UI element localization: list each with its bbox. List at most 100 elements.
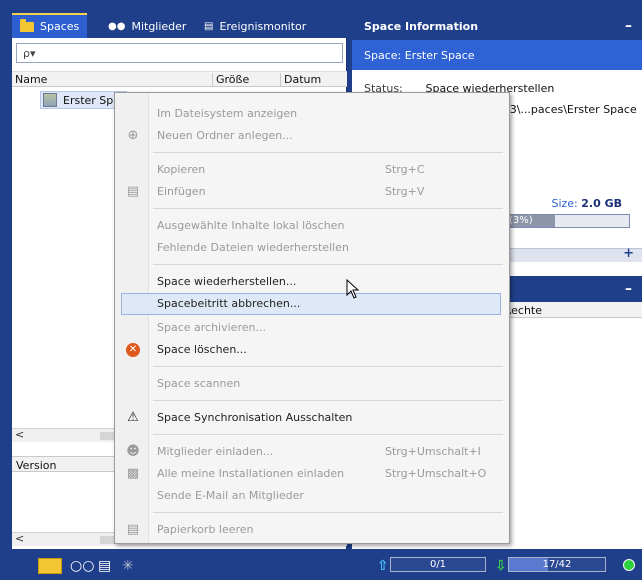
warning-icon: ⚠ xyxy=(127,410,139,425)
column-version[interactable]: Version xyxy=(16,459,56,472)
menu-item-label: Space löschen... xyxy=(157,343,247,356)
menu-item-shortcut: Strg+Umschalt+I xyxy=(385,445,481,458)
download-arrow-icon: ⇩ xyxy=(495,558,507,574)
menu-item-paste[interactable]: ▤ Einfügen Strg+V xyxy=(115,181,509,203)
upload-progress: 0/1 xyxy=(390,557,486,572)
menu-separator xyxy=(153,400,503,401)
menu-separator xyxy=(153,366,503,367)
upload-text: 0/1 xyxy=(429,559,447,570)
scroll-left-icon[interactable]: < xyxy=(15,428,24,441)
menu-item-label: Einfügen xyxy=(157,185,206,198)
space-icon xyxy=(43,93,57,107)
upload-arrow-icon: ⇧ xyxy=(377,558,389,574)
minimize-icon[interactable]: – xyxy=(625,281,632,297)
space-path: s3\...paces\Erster Space xyxy=(504,103,637,116)
menu-separator xyxy=(153,264,503,265)
menu-item-label: Space scannen xyxy=(157,377,241,390)
monitor-icon: ▤ xyxy=(204,21,214,32)
trash-icon: ▤ xyxy=(126,522,140,537)
menu-item-scan-space[interactable]: Space scannen xyxy=(115,373,509,395)
members-header: – xyxy=(500,276,642,302)
tab-event-monitor-label: Ereignismonitor xyxy=(219,20,307,33)
space-size: Size: 2.0 GB xyxy=(551,197,622,210)
new-folder-icon: ⊕ xyxy=(127,128,139,143)
download-progress: 17/42 xyxy=(508,557,606,572)
menu-item-label: Space archivieren... xyxy=(157,321,266,334)
menu-item-label: Alle meine Installationen einladen xyxy=(157,467,345,480)
folder-icon[interactable] xyxy=(38,558,62,574)
menu-item-label: Im Dateisystem anzeigen xyxy=(157,107,298,120)
minimize-icon[interactable]: – xyxy=(625,18,632,34)
search-input[interactable]: ρ▾ xyxy=(16,43,343,63)
menu-separator xyxy=(153,512,503,513)
menu-item-shortcut: Strg+C xyxy=(385,163,425,176)
installations-icon: ▩ xyxy=(126,466,140,481)
menu-item-disable-sync[interactable]: ⚠ Space Synchronisation Ausschalten xyxy=(115,407,509,429)
column-date[interactable]: Datum xyxy=(280,73,347,87)
menu-item-label: Mitglieder einladen... xyxy=(157,445,274,458)
space-row-label: Erster Spa xyxy=(63,93,121,107)
usage-text: (3%) xyxy=(509,215,533,226)
space-name: Space: Erster Space xyxy=(364,48,475,62)
tab-spaces-label: Spaces xyxy=(40,20,80,33)
context-menu: Im Dateisystem anzeigen ⊕ Neuen Ordner a… xyxy=(114,92,510,544)
menu-item-label: Neuen Ordner anlegen... xyxy=(157,129,293,142)
menu-separator xyxy=(153,434,503,435)
menu-item-shortcut: Strg+V xyxy=(385,185,425,198)
menu-item-label: Ausgewählte Inhalte lokal löschen xyxy=(157,219,345,232)
mouse-cursor-icon xyxy=(346,279,360,299)
menu-separator xyxy=(153,152,503,153)
members-icon[interactable]: ○○ xyxy=(70,558,94,574)
menu-item-restore-missing[interactable]: Fehlende Dateien wiederherstellen xyxy=(115,237,509,259)
menu-item-archive-space[interactable]: Space archivieren... xyxy=(115,317,509,339)
column-size[interactable]: Größe xyxy=(212,73,280,87)
space-info-header: Space Information – xyxy=(352,12,642,40)
menu-item-delete-local[interactable]: Ausgewählte Inhalte lokal löschen xyxy=(115,215,509,237)
tab-spaces[interactable]: Spaces xyxy=(12,13,88,38)
usage-bar: (3%) xyxy=(500,214,630,228)
menu-item-label: Kopieren xyxy=(157,163,206,176)
paste-icon: ▤ xyxy=(126,184,140,199)
sync-spinner-icon: ✳ xyxy=(122,558,134,574)
connection-status-icon xyxy=(623,559,635,571)
status-bar: ○○ ▤ ✳ ⇧ 0/1 ⇩ 17/42 xyxy=(12,549,642,580)
tab-members[interactable]: ●● Mitglieder xyxy=(100,15,194,38)
invite-icon: ☻ xyxy=(126,444,140,459)
menu-item-show-in-filesystem[interactable]: Im Dateisystem anzeigen xyxy=(115,103,509,125)
space-info-title: Space Information xyxy=(364,19,479,33)
space-name-bar: Space: Erster Space xyxy=(352,40,642,70)
monitor-icon[interactable]: ▤ xyxy=(98,558,111,574)
menu-item-send-email[interactable]: Sende E-Mail an Mitglieder xyxy=(115,485,509,507)
search-icon: ρ▾ xyxy=(23,46,36,60)
scroll-left-icon[interactable]: < xyxy=(15,532,24,545)
add-icon[interactable]: + xyxy=(623,246,634,261)
menu-item-label: Space wiederherstellen... xyxy=(157,275,297,288)
column-name[interactable]: Name xyxy=(12,73,212,87)
tab-bar: Spaces ●● Mitglieder ▤ Ereignismonitor xyxy=(12,12,347,38)
menu-item-shortcut: Strg+Umschalt+O xyxy=(385,467,487,480)
menu-item-label: Papierkorb leeren xyxy=(157,523,254,536)
members-icon: ●● xyxy=(108,21,126,32)
file-list-header: Name Größe Datum xyxy=(12,71,347,87)
menu-item-cancel-join[interactable]: Spacebeitritt abbrechen... xyxy=(121,293,501,315)
folder-icon xyxy=(20,18,34,32)
delete-icon: ✕ xyxy=(126,343,140,357)
add-bar: + xyxy=(500,246,642,262)
menu-item-delete-space[interactable]: ✕ Space löschen... xyxy=(115,339,509,361)
download-text: 17/42 xyxy=(542,559,572,570)
menu-item-label: Sende E-Mail an Mitglieder xyxy=(157,489,304,502)
menu-item-new-folder[interactable]: ⊕ Neuen Ordner anlegen... xyxy=(115,125,509,147)
menu-item-copy[interactable]: Kopieren Strg+C xyxy=(115,159,509,181)
menu-separator xyxy=(153,208,503,209)
menu-item-empty-trash[interactable]: ▤ Papierkorb leeren xyxy=(115,519,509,541)
menu-item-label: Space Synchronisation Ausschalten xyxy=(157,411,353,424)
size-value: 2.0 GB xyxy=(581,197,622,210)
menu-item-label: Spacebeitritt abbrechen... xyxy=(157,297,301,310)
menu-item-invite-installations[interactable]: ▩ Alle meine Installationen einladen Str… xyxy=(115,463,509,485)
tab-event-monitor[interactable]: ▤ Ereignismonitor xyxy=(196,15,314,38)
members-list-header: Rechte xyxy=(500,302,642,318)
size-label: Size: xyxy=(551,197,578,210)
menu-item-restore-space[interactable]: Space wiederherstellen... xyxy=(115,271,509,293)
menu-item-invite-members[interactable]: ☻ Mitglieder einladen... Strg+Umschalt+I xyxy=(115,441,509,463)
tab-members-label: Mitglieder xyxy=(131,20,187,33)
